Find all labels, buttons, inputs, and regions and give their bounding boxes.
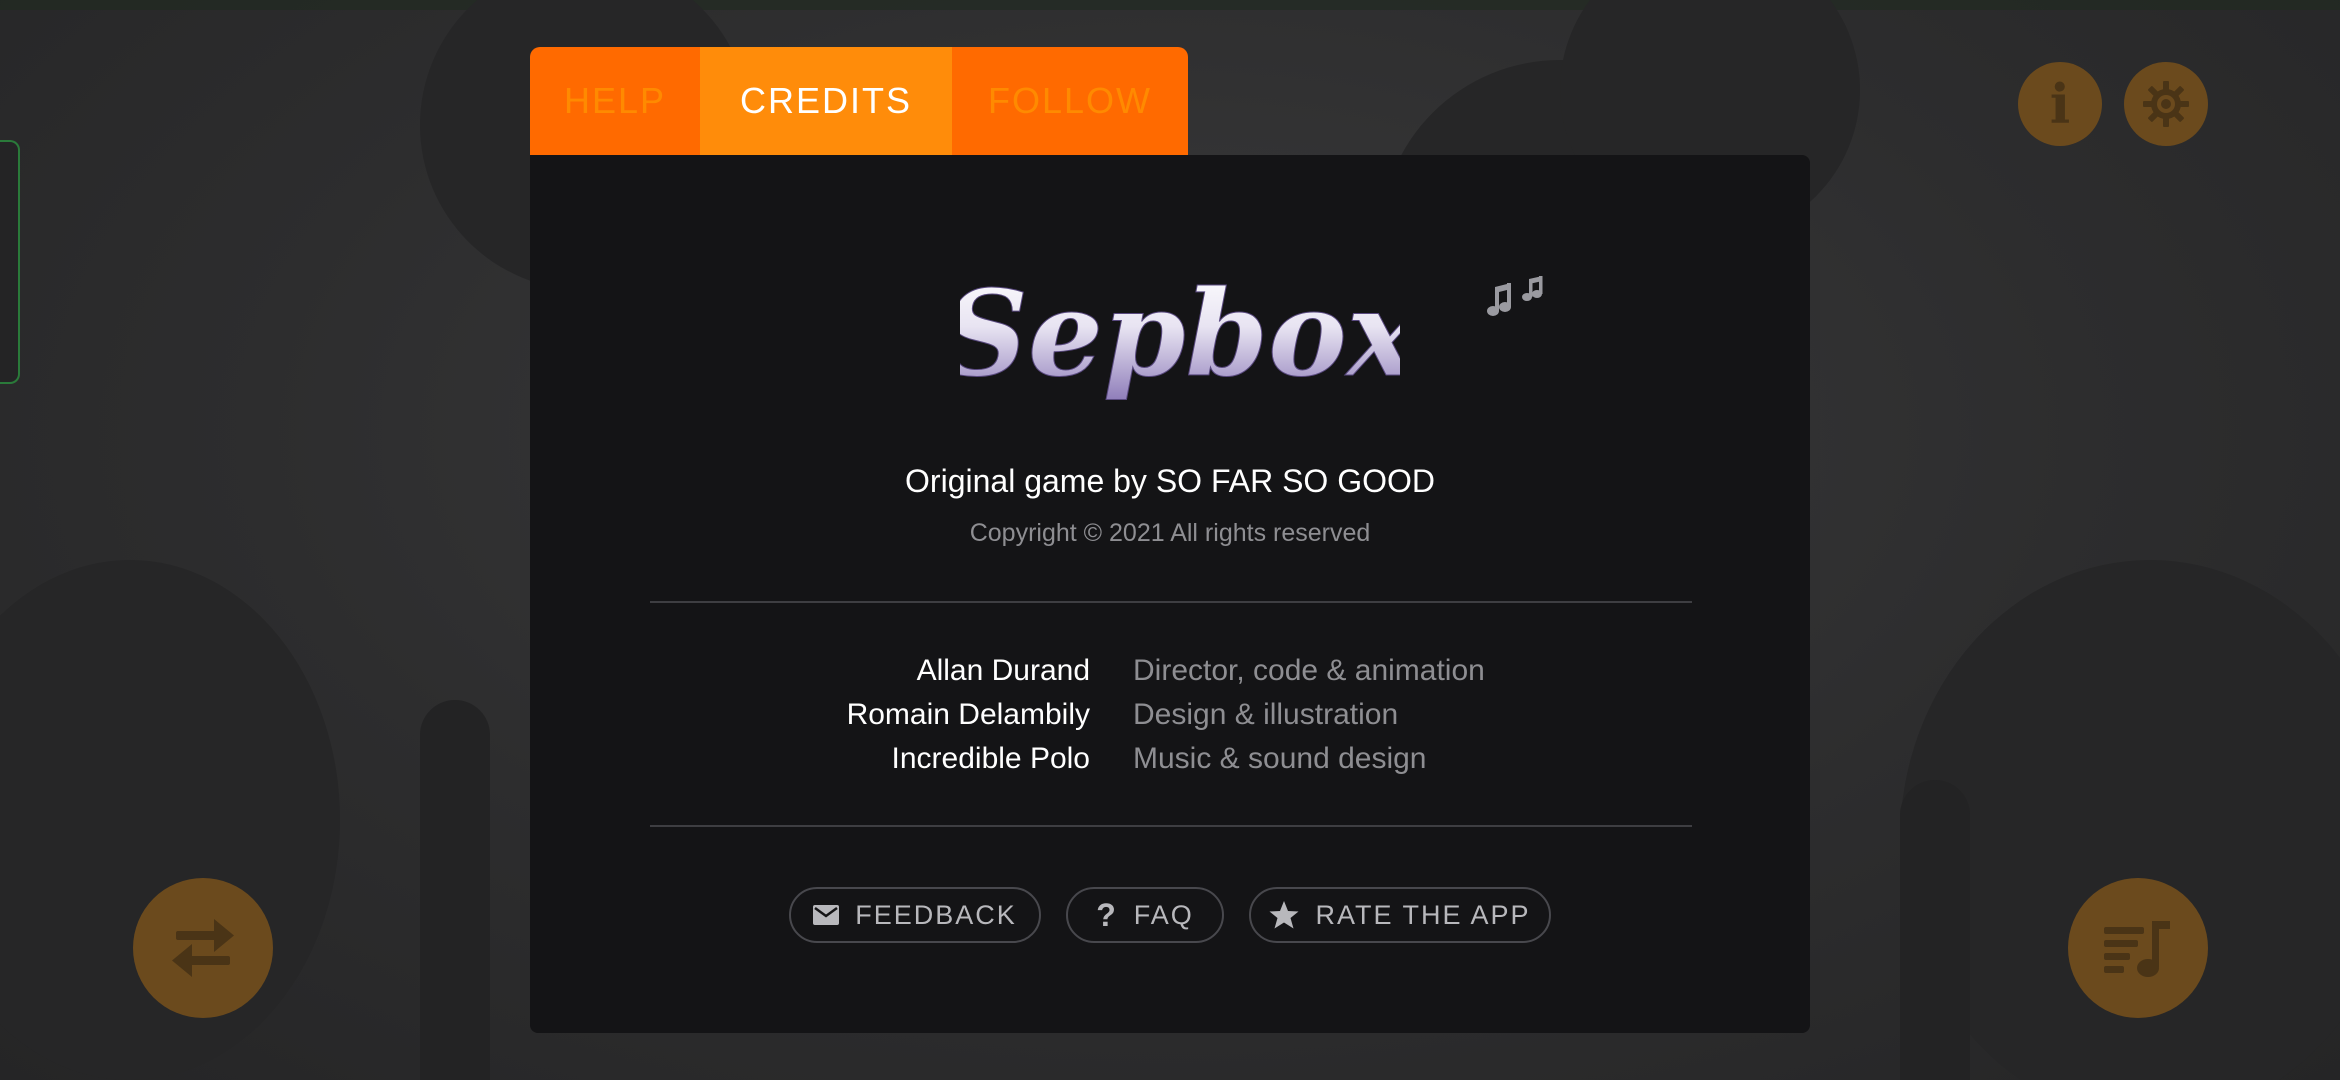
credit-role: Director, code & animation xyxy=(1133,654,1485,687)
music-notes-icon xyxy=(1487,276,1543,316)
gear-icon xyxy=(2143,81,2189,127)
info-icon: i xyxy=(2049,72,2071,136)
swap-arrows-icon xyxy=(172,919,234,977)
credit-name: Incredible Polo xyxy=(891,742,1090,775)
tab-help[interactable]: HELP xyxy=(530,47,700,155)
settings-button[interactable] xyxy=(2124,62,2208,146)
rate-app-button[interactable]: RATE THE APP xyxy=(1249,887,1551,943)
question-mark-icon: ? xyxy=(1096,896,1118,933)
game-logo: Sepbox xyxy=(942,263,1419,413)
credits-panel: Sepbox Original game by SO FAR SO GOOD C… xyxy=(530,155,1810,1033)
feedback-label: FEEDBACK xyxy=(855,899,1017,930)
divider xyxy=(650,601,1692,603)
credit-role: Design & illustration xyxy=(1133,698,1399,731)
faq-button[interactable]: ? FAQ xyxy=(1066,887,1224,943)
feedback-button[interactable]: FEEDBACK xyxy=(789,887,1041,943)
credit-name: Romain Delambily xyxy=(846,698,1090,731)
credit-name: Allan Durand xyxy=(916,654,1090,687)
credit-row: Allan Durand Director, code & animation xyxy=(530,649,1810,693)
swap-button[interactable] xyxy=(133,878,273,1018)
logo-text: Sepbox xyxy=(960,264,1400,403)
credit-row: Incredible Polo Music & sound design xyxy=(530,737,1810,781)
background-tree xyxy=(420,700,490,1080)
copyright-text: Copyright © 2021 All rights reserved xyxy=(969,519,1371,547)
divider xyxy=(650,825,1692,827)
star-icon xyxy=(1269,901,1299,929)
playlist-button[interactable] xyxy=(2068,878,2208,1018)
original-game-credit: Original game by SO FAR SO GOOD xyxy=(905,463,1435,499)
credit-role: Music & sound design xyxy=(1133,742,1427,775)
rate-app-label: RATE THE APP xyxy=(1315,899,1531,930)
credit-row: Romain Delambily Design & illustration xyxy=(530,693,1810,737)
faq-label: FAQ xyxy=(1133,899,1194,930)
background-top-strip xyxy=(0,0,2340,10)
background-tree xyxy=(1900,780,1970,1080)
tab-follow[interactable]: FOLLOW xyxy=(952,47,1188,155)
tab-bar: HELP CREDITS FOLLOW xyxy=(530,47,1188,155)
tab-credits[interactable]: CREDITS xyxy=(700,47,952,155)
envelope-icon xyxy=(813,905,840,925)
playlist-music-icon xyxy=(2104,921,2170,977)
info-button[interactable]: i xyxy=(2018,62,2102,146)
side-drawer-handle[interactable] xyxy=(0,140,20,384)
